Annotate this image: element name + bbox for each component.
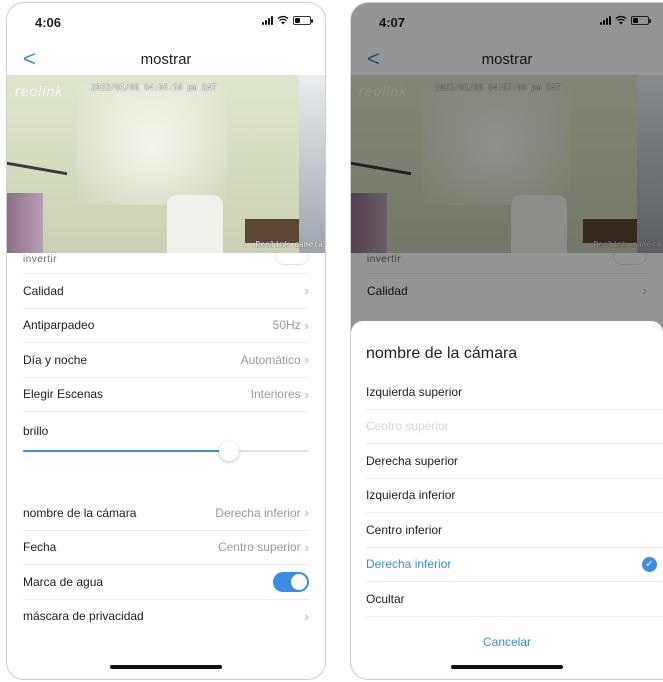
check-circle-icon: ✓ [642, 556, 657, 572]
option-bottom-right[interactable]: Derecha inferior ✓ [351, 548, 663, 582]
option-label: Izquierda inferior [366, 488, 456, 503]
signal-icon [262, 15, 273, 25]
option-top-left[interactable]: Izquierda superior [351, 375, 663, 409]
feed-right-object [299, 75, 325, 253]
home-indicator[interactable] [451, 665, 563, 669]
option-label: Derecha superior [366, 453, 459, 468]
page-title: mostrar [140, 51, 192, 68]
settings-row-scenes[interactable]: Elegir Escenas Interiores › [7, 378, 325, 412]
option-top-center: Centro superior [351, 410, 663, 444]
option-label: Izquierda superior [366, 384, 463, 399]
home-indicator[interactable] [110, 665, 222, 669]
settings-row-label: Día y noche [23, 352, 88, 367]
brightness-label: brillo [23, 424, 49, 438]
option-bottom-left[interactable]: Izquierda inferior [351, 479, 663, 513]
settings-row-label: Antiparpadeo [23, 318, 95, 333]
chevron-right-icon: › [304, 608, 309, 624]
option-label: Centro superior [366, 419, 449, 434]
chevron-right-icon: › [304, 505, 309, 521]
status-icons [262, 15, 313, 25]
settings-row-quality[interactable]: Calidad › [7, 274, 325, 308]
option-top-right[interactable]: Derecha superior [351, 444, 663, 478]
brightness-control: brillo [7, 412, 325, 468]
settings-row-watermark: Marca de agua [7, 565, 325, 599]
settings-row-label: Fecha [23, 540, 57, 555]
settings-row-day-night[interactable]: Día y noche Automático › [7, 343, 325, 377]
settings-row-label: Calidad [23, 283, 64, 298]
settings-row-label: nombre de la cámara [23, 505, 137, 520]
option-hide[interactable]: Ocultar [351, 582, 663, 616]
option-label: Centro inferior [366, 522, 443, 537]
feed-camera-label: Reolink camera [255, 240, 323, 249]
camera-preview: reolink 2022/01/08 04:06:50 pm SAT Reoli… [7, 75, 325, 253]
battery-icon [293, 15, 313, 25]
settings-row-label: máscara de privacidad [23, 609, 144, 624]
settings-row-value: Derecha inferior [215, 505, 301, 520]
phone-screen-camera-name-sheet: 4:07 < mostrar reolink 2022/01/08 04:07:… [350, 2, 663, 680]
feed-logo: reolink [15, 83, 64, 99]
settings-row-label: Marca de agua [23, 574, 104, 589]
settings-row-privacy-mask[interactable]: máscara de privacidad › [7, 600, 325, 634]
settings-row-value: Automático [240, 352, 301, 367]
chevron-right-icon: › [304, 317, 309, 333]
settings-row-label: Elegir Escenas [23, 387, 104, 402]
option-label: Derecha inferior [366, 557, 452, 572]
sheet-title: nombre de la cámara [366, 345, 518, 362]
feed-lamp [167, 195, 223, 253]
toggle-knob [291, 573, 307, 590]
settings-list: invertir Calidad › Antiparpadeo 50Hz › D… [7, 253, 325, 633]
chevron-right-icon: › [304, 539, 309, 555]
settings-row-value: Interiores [250, 387, 301, 402]
status-bar: 4:06 [7, 3, 325, 39]
cancel-button[interactable]: Cancelar [351, 617, 663, 649]
wifi-icon [277, 15, 289, 25]
nav-bar: < mostrar [7, 45, 325, 75]
phone-screen-display-settings: 4:06 < mostrar reolink 2022/01/08 04:06:… [6, 2, 326, 680]
settings-row-date[interactable]: Fecha Centro superior › [7, 531, 325, 565]
status-time: 4:06 [35, 15, 62, 30]
settings-row-camera-name[interactable]: nombre de la cámara Derecha inferior › [7, 496, 325, 530]
camera-name-position-sheet: nombre de la cámara Izquierda superior C… [351, 321, 663, 679]
feed-frame-left [7, 193, 43, 253]
settings-row-invert[interactable]: invertir [7, 253, 325, 273]
toggle-switch[interactable] [275, 253, 309, 265]
brightness-slider[interactable] [23, 441, 309, 461]
option-label: Ocultar [366, 591, 405, 606]
settings-row-value: Centro superior [217, 540, 301, 555]
chevron-right-icon: › [304, 283, 309, 299]
watermark-toggle[interactable] [273, 571, 309, 592]
settings-row-antiflicker[interactable]: Antiparpadeo 50Hz › [7, 309, 325, 343]
feed-glow [77, 85, 227, 205]
chevron-right-icon: › [304, 386, 309, 402]
chevron-right-icon: › [304, 352, 309, 368]
feed-timestamp: 2022/01/08 04:06:50 pm SAT [91, 83, 217, 92]
slider-thumb[interactable] [218, 441, 239, 461]
settings-row-value: 50Hz [272, 318, 301, 333]
option-bottom-center[interactable]: Centro inferior [351, 513, 663, 547]
settings-row-label: invertir [23, 253, 58, 265]
slider-fill [23, 450, 229, 452]
